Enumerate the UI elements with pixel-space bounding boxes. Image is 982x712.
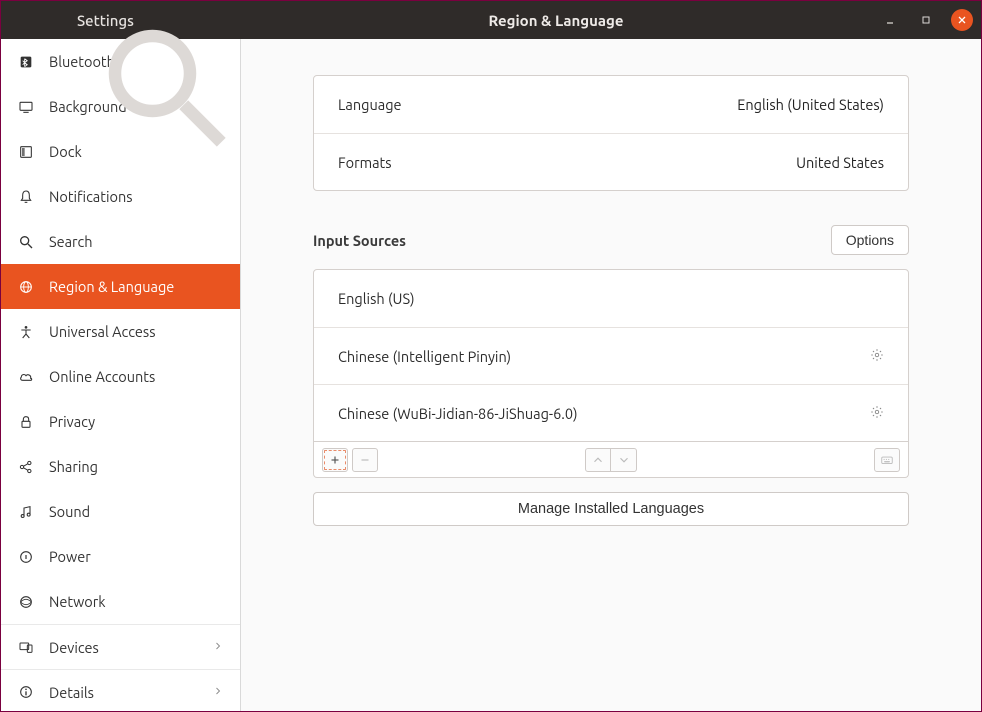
manage-installed-languages-button[interactable]: Manage Installed Languages (313, 492, 909, 526)
main-panel: Language English (United States) Formats… (241, 39, 981, 711)
input-source-row[interactable]: Chinese (Intelligent Pinyin) (314, 327, 908, 384)
sidebar-item-label: Online Accounts (49, 368, 224, 385)
formats-value: United States (796, 154, 884, 171)
input-source-settings-button[interactable] (870, 405, 884, 422)
sidebar-item-label: Power (49, 548, 224, 565)
sidebar-item-label: Search (49, 233, 224, 250)
input-sources-title: Input Sources (313, 232, 406, 249)
input-source-label: English (US) (338, 290, 415, 307)
sidebar-item-online-accounts[interactable]: Online Accounts (1, 354, 240, 399)
move-source-up-button[interactable] (585, 448, 611, 472)
language-formats-list: Language English (United States) Formats… (313, 75, 909, 191)
sidebar-item-sharing[interactable]: Sharing (1, 444, 240, 489)
titlebar-search-button[interactable] (15, 11, 33, 29)
sidebar-item-universal-access[interactable]: Universal Access (1, 309, 240, 354)
sidebar-item-network[interactable]: Network (1, 579, 240, 624)
sidebar-item-search[interactable]: Search (1, 219, 240, 264)
sidebar-item-notifications[interactable]: Notifications (1, 174, 240, 219)
input-source-label: Chinese (Intelligent Pinyin) (338, 348, 511, 365)
note-icon (17, 503, 35, 521)
info-icon (17, 683, 35, 701)
sidebar-item-power[interactable]: Power (1, 534, 240, 579)
sidebar-title: Settings (33, 12, 227, 29)
sidebar-item-devices[interactable]: Devices (1, 624, 240, 669)
sidebar-item-label: Details (49, 684, 198, 701)
sidebar-item-region-language[interactable]: Region & Language (1, 264, 240, 309)
sidebar-item-privacy[interactable]: Privacy (1, 399, 240, 444)
input-source-label: Chinese (WuBi-Jidian-86-JiShuag-6.0) (338, 405, 578, 422)
sidebar-item-label: Universal Access (49, 323, 224, 340)
page-title: Region & Language (241, 12, 871, 29)
chevron-right-icon (212, 639, 224, 655)
sidebar-item-sound[interactable]: Sound (1, 489, 240, 534)
sidebar-item-label: Devices (49, 639, 198, 656)
sidebar-item-label: Privacy (49, 413, 224, 430)
sidebar-item-label: Notifications (49, 188, 224, 205)
input-sources-list: English (US) Chinese (Intelligent Pinyin)… (313, 269, 909, 442)
window-maximize-button[interactable] (915, 9, 937, 31)
input-source-row[interactable]: Chinese (WuBi-Jidian-86-JiShuag-6.0) (314, 384, 908, 441)
sidebar-item-label: Sharing (49, 458, 224, 475)
language-row[interactable]: Language English (United States) (314, 76, 908, 133)
input-source-row[interactable]: English (US) (314, 270, 908, 327)
window-minimize-button[interactable] (879, 9, 901, 31)
add-source-button[interactable] (322, 448, 348, 472)
remove-source-button[interactable] (352, 448, 378, 472)
share-icon (17, 458, 35, 476)
input-sources-toolbar (313, 442, 909, 478)
power-icon (17, 548, 35, 566)
globe-icon (17, 278, 35, 296)
language-label: Language (338, 96, 402, 113)
network-icon (17, 593, 35, 611)
search-icon (17, 233, 35, 251)
devices-icon (17, 638, 35, 656)
lock-icon (17, 413, 35, 431)
options-button[interactable]: Options (831, 225, 909, 255)
input-source-settings-button[interactable] (870, 348, 884, 365)
sidebar-item-details[interactable]: Details (1, 669, 240, 711)
formats-row[interactable]: Formats United States (314, 133, 908, 190)
sidebar-item-label: Network (49, 593, 224, 610)
language-value: English (United States) (737, 96, 884, 113)
accessibility-icon (17, 323, 35, 341)
bell-icon (17, 188, 35, 206)
window-close-button[interactable] (951, 9, 973, 31)
chevron-right-icon (212, 684, 224, 700)
move-source-down-button[interactable] (611, 448, 637, 472)
formats-label: Formats (338, 154, 392, 171)
sidebar-item-label: Sound (49, 503, 224, 520)
titlebar: Settings Region & Language (1, 1, 981, 39)
sidebar-item-label: Region & Language (49, 278, 224, 295)
show-keyboard-layout-button[interactable] (874, 448, 900, 472)
cloud-icon (17, 368, 35, 386)
